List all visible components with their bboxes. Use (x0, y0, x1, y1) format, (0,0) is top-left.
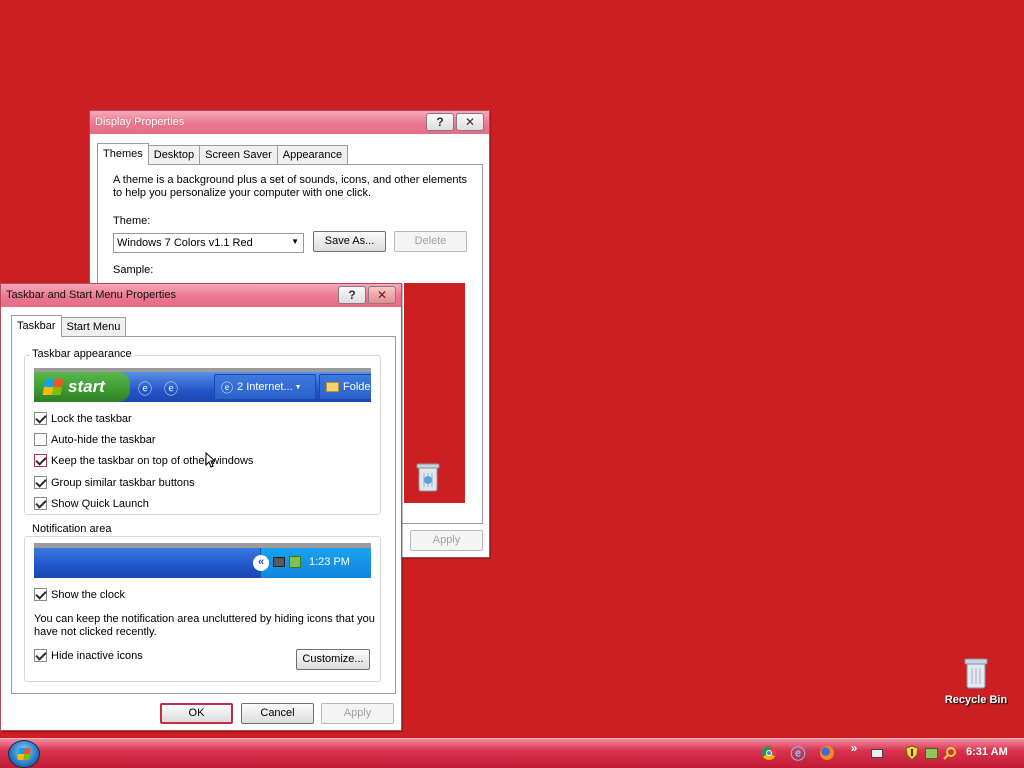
recycle-bin-icon (964, 658, 988, 689)
checkbox-checked[interactable] (34, 497, 47, 510)
theme-description-line-2: to help you personalize your computer wi… (113, 187, 372, 199)
tab-screen-saver[interactable]: Screen Saver (199, 145, 278, 165)
search-icon[interactable] (942, 745, 958, 761)
show-clock-checkbox[interactable]: Show the clock (34, 588, 125, 601)
theme-dropdown-value: Windows 7 Colors v1.1 Red (117, 237, 253, 249)
firefox-icon[interactable] (819, 745, 835, 761)
window-title: Taskbar and Start Menu Properties (6, 289, 176, 301)
tab-desktop[interactable]: Desktop (147, 145, 201, 165)
cancel-button[interactable]: Cancel (241, 703, 314, 724)
tab-themes[interactable]: Themes (97, 143, 149, 165)
notification-description: You can keep the notification area unclu… (34, 613, 375, 639)
checkbox-checked[interactable] (34, 454, 47, 467)
tab-start-menu[interactable]: Start Menu (60, 317, 127, 337)
delete-button[interactable]: Delete (394, 231, 467, 252)
close-button[interactable]: ✕ (368, 286, 396, 304)
notification-description-line-1: You can keep the notification area unclu… (34, 613, 375, 625)
internet-explorer-icon: ⓔ (138, 381, 152, 397)
ok-button[interactable]: OK (160, 703, 233, 724)
hide-inactive-checkbox[interactable]: Hide inactive icons (34, 649, 143, 662)
show-clock-label: Show the clock (51, 588, 125, 601)
group-buttons-label: Group similar taskbar buttons (51, 476, 195, 489)
keyboard-icon[interactable] (869, 745, 885, 761)
close-button[interactable]: ✕ (456, 113, 484, 131)
display-tabs: Themes Desktop Screen Saver Appearance (97, 143, 349, 165)
show-quick-launch-label: Show Quick Launch (51, 497, 149, 510)
recycle-bin-icon (416, 463, 440, 492)
lock-taskbar-checkbox[interactable]: Lock the taskbar (34, 412, 132, 425)
checkbox-checked[interactable] (34, 649, 47, 662)
checkbox-checked[interactable] (34, 412, 47, 425)
group-buttons-checkbox[interactable]: Group similar taskbar buttons (34, 476, 195, 489)
windows-logo-icon (42, 379, 64, 395)
network-icon[interactable] (923, 745, 939, 761)
preview-start-label: start (68, 377, 105, 396)
internet-explorer-icon: ⓔ (221, 380, 234, 395)
preview-tray: « 1:23 PM (253, 548, 371, 578)
lock-taskbar-label: Lock the taskbar (51, 412, 132, 425)
theme-label: Theme: (113, 215, 151, 227)
checkbox-unchecked[interactable] (34, 433, 47, 446)
taskbar-clock[interactable]: 6:31 AM (966, 746, 1008, 758)
save-as-button[interactable]: Save As... (313, 231, 386, 252)
keep-on-top-label: Keep the taskbar on top of other windows (51, 454, 254, 467)
chevron-left-icon: « (253, 555, 269, 571)
preview-task-label: 2 Internet... (237, 381, 293, 393)
preview-clock: 1:23 PM (309, 556, 350, 568)
help-button[interactable]: ? (426, 113, 454, 131)
folder-icon (326, 382, 339, 392)
apply-button[interactable]: Apply (321, 703, 394, 724)
show-quick-launch-checkbox[interactable]: Show Quick Launch (34, 497, 149, 510)
tab-taskbar[interactable]: Taskbar (11, 315, 62, 337)
auto-hide-checkbox[interactable]: Auto-hide the taskbar (34, 433, 156, 446)
customize-button[interactable]: Customize... (296, 649, 370, 670)
taskbar-tabs: Taskbar Start Menu (11, 315, 127, 337)
theme-description: A theme is a background plus a set of so… (113, 174, 467, 200)
notification-description-line-2: have not clicked recently. (34, 626, 157, 638)
theme-sample-preview (404, 283, 465, 503)
security-shield-icon[interactable] (904, 745, 920, 761)
auto-hide-label: Auto-hide the taskbar (51, 433, 156, 446)
mouse-cursor-icon (205, 452, 215, 468)
window-title: Display Properties (95, 116, 185, 128)
taskbar-preview: start ⓔ ⓔ ⓔ 2 Internet... ▼ Folde (34, 368, 371, 402)
notification-area-heading: Notification area (30, 523, 114, 535)
preview-folder-button: Folde (319, 374, 371, 400)
show-hidden-icons-chevron[interactable]: » (846, 740, 862, 756)
chrome-icon[interactable] (761, 745, 777, 761)
sample-label: Sample: (113, 264, 154, 276)
checkbox-checked[interactable] (34, 588, 47, 601)
display-properties-titlebar[interactable]: Display Properties ? ✕ (90, 111, 489, 134)
preview-folder-label: Folde (343, 381, 371, 393)
display-apply-button[interactable]: Apply (410, 530, 483, 551)
help-button[interactable]: ? (338, 286, 366, 304)
preview-start-button: start (34, 372, 130, 402)
taskbar-properties-titlebar[interactable]: Taskbar and Start Menu Properties ? ✕ (1, 284, 401, 307)
outlook-express-icon: ⓔ (164, 381, 178, 397)
chevron-down-icon: ▼ (294, 383, 302, 391)
theme-description-line-1: A theme is a background plus a set of so… (113, 174, 468, 186)
taskbar-appearance-heading: Taskbar appearance (30, 348, 134, 360)
internet-explorer-icon[interactable]: ⓔ (790, 745, 806, 763)
program-icon (289, 556, 301, 568)
start-button[interactable] (8, 740, 40, 768)
preview-task-button: ⓔ 2 Internet... ▼ (214, 374, 316, 400)
tab-appearance[interactable]: Appearance (276, 145, 349, 165)
keep-on-top-checkbox[interactable]: Keep the taskbar on top of other windows (34, 454, 253, 467)
notification-area-preview: « 1:23 PM (34, 543, 371, 578)
recycle-bin-label: Recycle Bin (944, 694, 1008, 706)
network-icon (273, 557, 285, 567)
checkbox-checked[interactable] (34, 476, 47, 489)
theme-dropdown[interactable]: Windows 7 Colors v1.1 Red ▼ (113, 233, 304, 253)
hide-inactive-label: Hide inactive icons (51, 649, 143, 662)
taskbar-properties-window: Taskbar and Start Menu Properties ? ✕ Ta… (0, 283, 402, 731)
recycle-bin-desktop-icon[interactable]: Recycle Bin (940, 656, 1012, 710)
chevron-down-icon: ▼ (291, 237, 299, 246)
